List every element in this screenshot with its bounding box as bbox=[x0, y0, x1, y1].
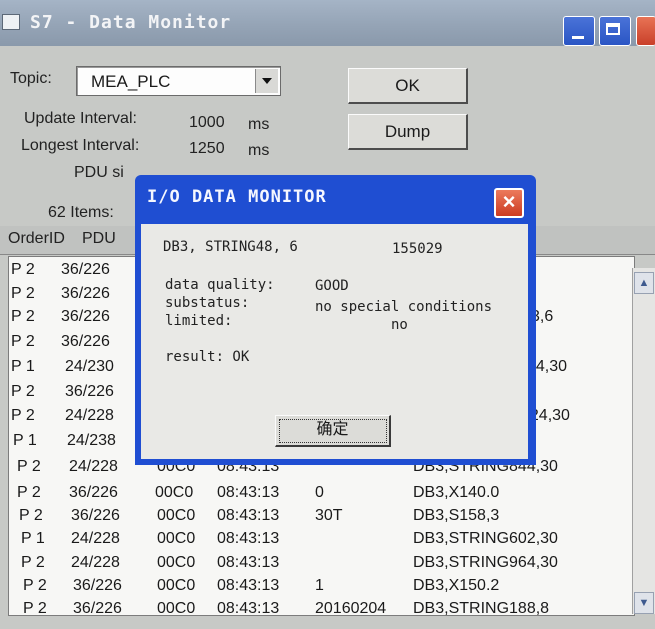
cell-order: P 2 bbox=[11, 407, 35, 424]
table-row[interactable]: P 2 24/228 00C0 08:43:13 DB3,STRING964,3… bbox=[9, 552, 634, 575]
cell-order: P 2 bbox=[11, 285, 35, 302]
cell-pdu: 36/226 bbox=[65, 383, 114, 400]
substatus-label: substatus: bbox=[165, 295, 250, 311]
minimize-button[interactable] bbox=[563, 16, 595, 46]
result-text: result: OK bbox=[165, 349, 250, 365]
ok-button[interactable]: OK bbox=[348, 68, 468, 104]
cell-pdu: 24/228 bbox=[69, 458, 118, 475]
cell-pdu: 36/226 bbox=[61, 261, 110, 278]
item-value: 155029 bbox=[392, 241, 443, 257]
app-icon bbox=[2, 14, 20, 30]
cell-order: P 2 bbox=[11, 333, 35, 350]
dialog-title: I/O DATA MONITOR bbox=[147, 187, 327, 207]
longest-interval-unit: ms bbox=[248, 142, 270, 159]
topic-select[interactable]: MEA_PLC bbox=[76, 66, 281, 96]
cell-address: DB3,STRING602,30 bbox=[413, 530, 558, 547]
close-icon[interactable]: × bbox=[494, 188, 524, 218]
cell-pdu: 36/226 bbox=[61, 333, 110, 350]
window-title: S7 - Data Monitor bbox=[30, 12, 232, 33]
cell-pdu: 24/238 bbox=[67, 432, 116, 449]
cell-address: DB3,STRING964,30 bbox=[413, 554, 558, 571]
cell-value: 30T bbox=[315, 507, 343, 524]
cell-status: 00C0 bbox=[157, 554, 196, 571]
maximize-button[interactable] bbox=[599, 16, 631, 46]
topic-label: Topic: bbox=[10, 70, 52, 87]
limited-label: limited: bbox=[165, 313, 233, 329]
cell-pdu: 24/230 bbox=[65, 358, 114, 375]
cell-time: 08:43:13 bbox=[217, 577, 280, 594]
cell-order: P 2 bbox=[23, 577, 47, 594]
cell-time: 08:43:13 bbox=[217, 484, 280, 501]
minimize-icon bbox=[572, 36, 584, 39]
longest-interval-value: 1250 bbox=[189, 140, 225, 157]
cell-address: DB3,X150.2 bbox=[413, 577, 500, 594]
cell-pdu: 36/226 bbox=[73, 600, 122, 616]
vertical-scrollbar[interactable]: ▲ ▼ bbox=[632, 268, 655, 614]
cell-order: P 2 bbox=[17, 484, 41, 501]
cell-order: P 2 bbox=[19, 507, 43, 524]
cell-status: 00C0 bbox=[155, 484, 194, 501]
chevron-down-icon[interactable] bbox=[255, 69, 278, 93]
cell-pdu: 36/226 bbox=[61, 285, 110, 302]
title-bar: S7 - Data Monitor bbox=[0, 0, 655, 46]
cell-order: P 2 bbox=[11, 261, 35, 278]
longest-interval-label: Longest Interval: bbox=[21, 137, 140, 154]
cell-pdu: 36/226 bbox=[69, 484, 118, 501]
cell-order: P 2 bbox=[23, 600, 47, 616]
column-orderid[interactable]: OrderID bbox=[8, 230, 65, 248]
scroll-up-icon[interactable]: ▲ bbox=[634, 272, 654, 294]
topic-value: MEA_PLC bbox=[91, 72, 171, 91]
dialog-body: DB3, STRING48, 6 155029 data quality: GO… bbox=[141, 224, 528, 459]
table-row[interactable]: P 2 36/226 00C0 08:43:13 20160204 DB3,ST… bbox=[9, 598, 634, 616]
substatus-value: no special conditions bbox=[315, 299, 493, 315]
limited-value: no bbox=[391, 317, 408, 333]
cell-value: 0 bbox=[315, 484, 324, 501]
maximize-icon bbox=[606, 23, 620, 35]
cell-pdu: 36/226 bbox=[71, 507, 120, 524]
confirm-button[interactable]: 确定 bbox=[275, 415, 391, 447]
close-button[interactable] bbox=[636, 16, 655, 46]
cell-address: DB3,S158,3 bbox=[413, 507, 500, 524]
update-interval-label: Update Interval: bbox=[24, 110, 137, 127]
update-interval-value: 1000 bbox=[189, 114, 225, 131]
table-row[interactable]: P 1 24/228 00C0 08:43:13 DB3,STRING602,3… bbox=[9, 528, 634, 551]
item-address: DB3, STRING48, 6 bbox=[163, 239, 298, 255]
scroll-down-icon[interactable]: ▼ bbox=[634, 592, 654, 614]
cell-order: P 2 bbox=[17, 458, 41, 475]
cell-pdu: 24/228 bbox=[71, 554, 120, 571]
table-row[interactable]: P 2 36/226 00C0 08:43:13 0 DB3,X140.0 bbox=[9, 482, 634, 505]
dump-button[interactable]: Dump bbox=[348, 114, 468, 150]
column-pdu[interactable]: PDU bbox=[82, 230, 116, 248]
cell-order: P 1 bbox=[21, 530, 45, 547]
cell-order: P 2 bbox=[21, 554, 45, 571]
cell-address: DB3,X140.0 bbox=[413, 484, 500, 501]
pdu-size-label: PDU si bbox=[74, 164, 124, 181]
cell-time: 08:43:13 bbox=[217, 507, 280, 524]
cell-status: 00C0 bbox=[157, 530, 196, 547]
cell-status: 00C0 bbox=[157, 577, 196, 594]
cell-order: P 2 bbox=[11, 383, 35, 400]
table-row[interactable]: P 2 36/226 00C0 08:43:13 1 DB3,X150.2 bbox=[9, 575, 634, 598]
quality-value: GOOD bbox=[315, 278, 349, 294]
cell-order: P 1 bbox=[11, 358, 35, 375]
cell-pdu: 24/228 bbox=[65, 407, 114, 424]
cell-value: 1 bbox=[315, 577, 324, 594]
cell-time: 08:43:13 bbox=[217, 600, 280, 616]
cell-time: 08:43:13 bbox=[217, 530, 280, 547]
cell-order: P 1 bbox=[13, 432, 37, 449]
cell-pdu: 36/226 bbox=[61, 308, 110, 325]
cell-pdu: 24/228 bbox=[71, 530, 120, 547]
quality-label: data quality: bbox=[165, 277, 275, 293]
cell-status: 00C0 bbox=[157, 507, 196, 524]
cell-address: DB3,STRING188,8 bbox=[413, 600, 550, 616]
items-count: 62 Items: bbox=[48, 204, 114, 221]
cell-pdu: 36/226 bbox=[73, 577, 122, 594]
cell-time: 08:43:13 bbox=[217, 554, 280, 571]
cell-order: P 2 bbox=[11, 308, 35, 325]
io-data-monitor-dialog: I/O DATA MONITOR × DB3, STRING48, 6 1550… bbox=[135, 175, 536, 465]
cell-status: 00C0 bbox=[157, 600, 196, 616]
update-interval-unit: ms bbox=[248, 116, 270, 133]
table-row[interactable]: P 2 36/226 00C0 08:43:13 30T DB3,S158,3 bbox=[9, 505, 634, 528]
cell-value: 20160204 bbox=[315, 600, 387, 616]
